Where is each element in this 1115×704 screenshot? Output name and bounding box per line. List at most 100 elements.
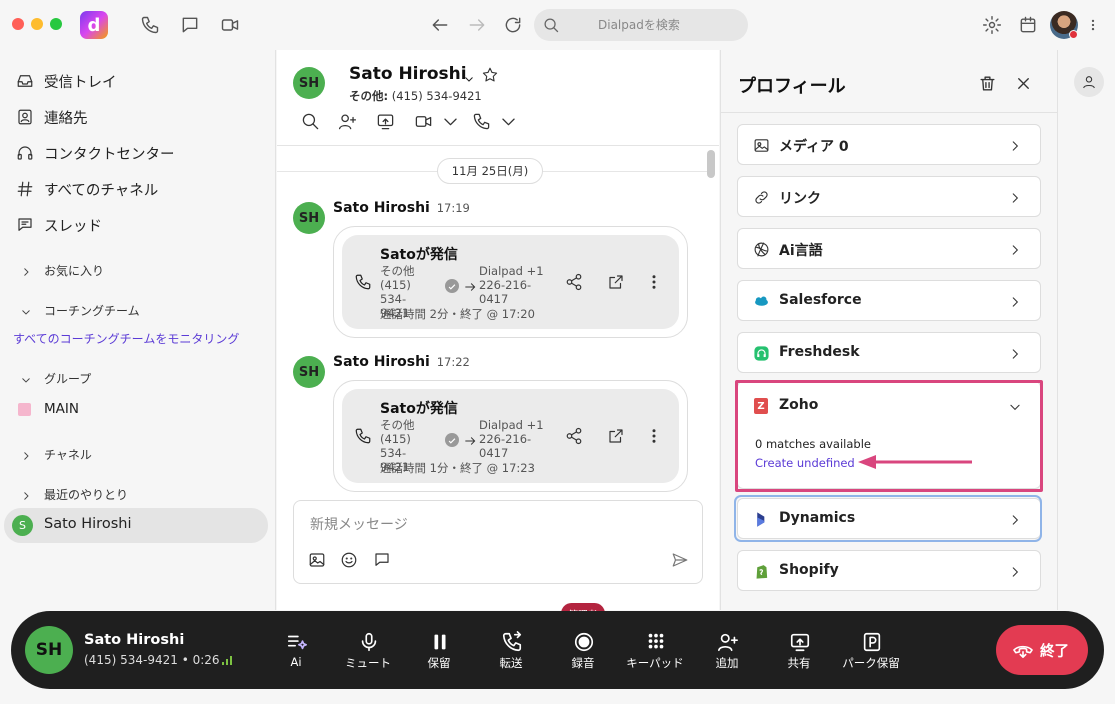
from-line: (415) 534-: [380, 432, 411, 460]
close-icon[interactable]: [1014, 74, 1034, 94]
park-button[interactable]: パーク保留: [836, 631, 906, 681]
arrow-right-icon: [463, 279, 477, 293]
search-icon[interactable]: [301, 112, 321, 132]
call-card: Satoが発信 その他 (415) 534- 9421 Dialpad +1 226-…: [333, 226, 688, 338]
freshdesk-icon: [753, 345, 770, 362]
calendar-icon[interactable]: [1017, 14, 1039, 36]
profile-section-links[interactable]: リンク: [737, 176, 1041, 217]
arrow-right-icon: [463, 433, 477, 447]
sidebar-item-inbox[interactable]: 受信トレイ: [0, 64, 276, 98]
app-logo[interactable]: d: [80, 11, 108, 39]
close-window-button[interactable]: [12, 18, 24, 30]
profile-section-media[interactable]: メディア 0: [737, 124, 1041, 165]
chat-icon[interactable]: [179, 14, 201, 36]
sidebar-item-group-main[interactable]: MAIN: [44, 401, 79, 417]
chevron-down-icon[interactable]: [499, 112, 515, 132]
add-button[interactable]: 追加: [692, 631, 762, 681]
section-recent[interactable]: 最近のやりとり: [0, 482, 276, 506]
right-rail: [1057, 50, 1115, 610]
sidebar-item-contact-center[interactable]: コンタクトセンター: [0, 136, 276, 170]
search-bar[interactable]: [534, 9, 748, 41]
share-screen-icon[interactable]: [376, 112, 396, 132]
hold-button[interactable]: 保留: [404, 631, 474, 681]
back-icon[interactable]: [429, 14, 451, 36]
profile-section-ai-language[interactable]: Ai言語: [737, 228, 1041, 269]
phone-icon[interactable]: [472, 112, 492, 132]
trash-icon[interactable]: [978, 74, 998, 94]
profile-section-shopify[interactable]: Shopify: [737, 550, 1041, 591]
chevron-right-icon: [20, 487, 32, 500]
share-icon[interactable]: [565, 273, 583, 291]
section-label: Ai言語: [779, 243, 823, 259]
add-person-icon[interactable]: [338, 112, 358, 132]
section-label: お気に入り: [44, 263, 105, 278]
monitor-coaching-link[interactable]: すべてのコーチングチームをモニタリング: [13, 330, 239, 347]
section-groups[interactable]: グループ: [0, 366, 276, 390]
gear-icon[interactable]: [981, 14, 1003, 36]
keypad-icon: [645, 631, 667, 653]
more-icon[interactable]: [645, 427, 663, 445]
add-person-icon: [717, 631, 739, 653]
annotation-arrow: [858, 455, 972, 469]
minimize-window-button[interactable]: [31, 18, 43, 30]
forward-icon[interactable]: [466, 14, 488, 36]
profile-section-salesforce[interactable]: Salesforce: [737, 280, 1041, 321]
sidebar-item-recent-contact[interactable]: S Sato Hiroshi: [4, 508, 268, 543]
to-line: 0417: [479, 292, 509, 306]
send-icon[interactable]: [671, 551, 689, 569]
chat-header: SH Sato Hiroshi その他: (415) 534-9421: [277, 50, 719, 146]
open-external-icon[interactable]: [607, 427, 625, 445]
outgoing-call-icon: [354, 273, 372, 291]
search-input[interactable]: [534, 9, 748, 41]
sidebar-item-contacts[interactable]: 連絡先: [0, 100, 276, 134]
from-line: その他: [380, 418, 415, 432]
video-icon[interactable]: [414, 112, 434, 132]
share-icon[interactable]: [565, 427, 583, 445]
refresh-icon[interactable]: [502, 14, 524, 36]
more-icon[interactable]: [1086, 14, 1100, 36]
chevron-down-icon[interactable]: [463, 70, 475, 82]
from-line: (415) 534-: [380, 278, 411, 306]
chevron-right-icon: [1008, 346, 1022, 360]
transfer-button[interactable]: 転送: [476, 631, 546, 681]
section-coaching-team[interactable]: コーチングチーム: [0, 298, 276, 322]
end-call-label: 終了: [1040, 644, 1069, 660]
profile-section-freshdesk[interactable]: Freshdesk: [737, 332, 1041, 373]
person-icon[interactable]: [1074, 67, 1104, 97]
message-input[interactable]: [310, 513, 670, 537]
avatar: SH: [293, 67, 325, 99]
phone-icon[interactable]: [139, 14, 161, 36]
contact-name[interactable]: Sato Hiroshi: [349, 64, 467, 84]
sidebar: 受信トレイ 連絡先 コンタクトセンター すべてのチャネル スレッド お気に入り …: [0, 50, 276, 610]
section-channels[interactable]: チャネル: [0, 442, 276, 466]
scrollbar[interactable]: [707, 150, 715, 178]
zoom-window-button[interactable]: [50, 18, 62, 30]
end-call-button[interactable]: 終了: [996, 625, 1088, 675]
open-external-icon[interactable]: [607, 273, 625, 291]
emoji-icon[interactable]: [340, 551, 358, 569]
record-button[interactable]: 録音: [548, 631, 618, 681]
chevron-down-icon[interactable]: [441, 112, 457, 132]
star-icon[interactable]: [481, 66, 499, 84]
section-label: Shopify: [779, 562, 839, 578]
call-card-inner: Satoが発信 その他 (415) 534- 9421 Dialpad +1 226-…: [342, 389, 679, 483]
keypad-button[interactable]: キーパッド: [620, 631, 690, 681]
more-icon[interactable]: [645, 273, 663, 291]
to-line: 226-216-: [479, 278, 532, 292]
sender-name: Sato Hiroshi: [333, 354, 430, 370]
park-icon: [861, 631, 883, 653]
image-icon[interactable]: [308, 551, 326, 569]
call-title: Satoが発信: [380, 247, 458, 263]
call-to: Dialpad +1 226-216- 0417: [479, 418, 549, 460]
mute-button[interactable]: ミュート: [333, 631, 403, 681]
number-label: その他:: [349, 89, 389, 103]
caller-number: (415) 534-9421: [84, 653, 178, 667]
sidebar-item-all-channels[interactable]: すべてのチャネル: [0, 172, 276, 206]
sidebar-item-threads[interactable]: スレッド: [0, 208, 276, 242]
ai-button[interactable]: Ai: [261, 631, 331, 681]
section-favorites[interactable]: お気に入り: [0, 258, 276, 282]
snippet-icon[interactable]: [373, 551, 391, 569]
video-icon[interactable]: [219, 14, 241, 36]
share-button[interactable]: 共有: [764, 631, 834, 681]
hangup-icon: [1013, 645, 1033, 659]
